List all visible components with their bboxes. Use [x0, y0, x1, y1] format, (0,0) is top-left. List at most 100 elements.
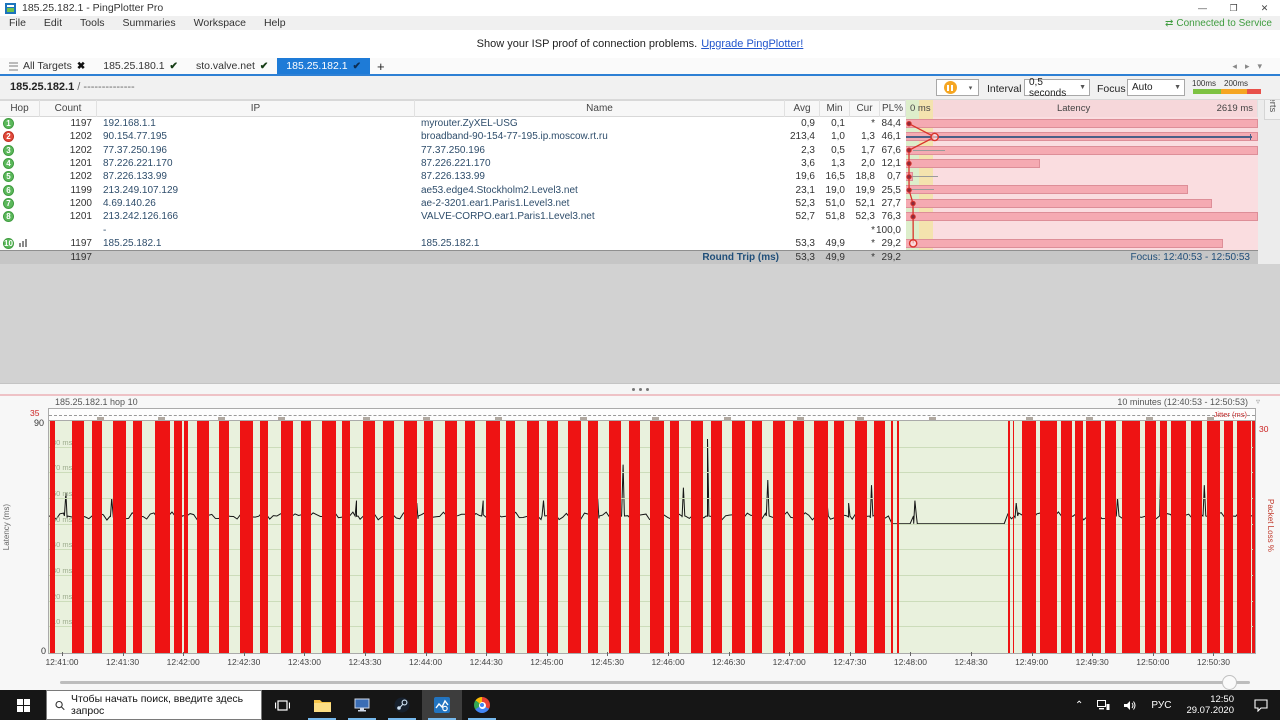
header-avg[interactable]: Avg: [785, 100, 820, 117]
network-icon[interactable]: [1090, 699, 1117, 711]
header-cur[interactable]: Cur: [850, 100, 880, 117]
table-row[interactable]: - * 100,0: [0, 223, 1258, 237]
pane-splitter-handle[interactable]: [0, 383, 1280, 394]
pingplotter-taskbar-button[interactable]: [422, 690, 462, 720]
menu-bar: File Edit Tools Summaries Workspace Help…: [0, 16, 1280, 30]
close-tab-icon[interactable]: ✖: [77, 61, 85, 72]
header-count[interactable]: Count: [40, 100, 97, 117]
tab-scroll-right-icon[interactable]: ▸: [1245, 61, 1250, 72]
upgrade-link[interactable]: Upgrade PingPlotter!: [701, 38, 803, 50]
header-min[interactable]: Min: [820, 100, 850, 117]
action-center-button[interactable]: [1242, 698, 1280, 712]
packet-loss-bar: [155, 421, 170, 653]
packet-loss-bar: [49, 421, 56, 653]
empty-pane-area: [0, 264, 1280, 383]
pc-app-button[interactable]: [342, 690, 382, 720]
packet-loss-bar: [1159, 421, 1167, 653]
plot-gridline-label: 60 ms: [52, 489, 73, 498]
ip-cell: 213.242.126.166: [103, 211, 179, 223]
close-button[interactable]: ✕: [1249, 0, 1280, 16]
latency-axis-title: Latency (ms): [2, 504, 11, 551]
name-cell: [415, 223, 785, 236]
scrollbar-thumb[interactable]: [1222, 675, 1237, 690]
hop-cell: [0, 223, 40, 236]
packet-loss-bar: [92, 421, 103, 653]
latency-graph-cell: [906, 210, 1258, 224]
focus-select[interactable]: Auto ▼: [1127, 79, 1185, 96]
timeline-range-label[interactable]: 10 minutes (12:40:53 - 12:50:53): [1117, 397, 1248, 407]
pl-cell: 84,4: [881, 118, 901, 130]
menu-workspace[interactable]: Workspace: [185, 16, 255, 30]
hop-cell: 2: [0, 130, 40, 143]
language-indicator[interactable]: РУС: [1144, 700, 1178, 711]
table-row[interactable]: 1 1197 192.168.1.1 myrouter.ZyXEL-USG 0,9 0,1…: [0, 117, 1258, 131]
trace-table: Hop Count IP Name Avg Min Cur PL% 0 ms L…: [0, 100, 1258, 264]
pause-dropdown-button[interactable]: ▾: [963, 79, 979, 96]
table-row[interactable]: 7 1200 4.69.140.26 ae-2-3201.ear1.Paris1.Le…: [0, 196, 1258, 211]
time-tick: [849, 652, 851, 656]
jitter-mark: [97, 417, 105, 420]
cur-cell: 19,9: [855, 184, 875, 196]
start-button[interactable]: [0, 690, 46, 720]
latency-scale-max: 2619 ms: [1216, 103, 1253, 114]
hop-cell: 10: [0, 237, 40, 250]
chrome-button[interactable]: [462, 690, 502, 720]
tab-185-25-180-1[interactable]: 185.25.180.1 ✔: [94, 58, 187, 74]
avg-cell: 23,1: [795, 184, 815, 196]
packet-loss-bar: [608, 421, 622, 653]
tab-sto-valve-net[interactable]: sto.valve.net ✔: [187, 58, 277, 74]
table-row[interactable]: 3 1202 77.37.250.196 77.37.250.196 2,3 0,5 1,7…: [0, 143, 1258, 157]
table-row[interactable]: 8 1201 213.242.126.166 VALVE-CORPO.ear1.Par…: [0, 210, 1258, 224]
menu-tools[interactable]: Tools: [71, 16, 114, 30]
pl-cell: 76,3: [881, 211, 901, 223]
table-row[interactable]: 6 1199 213.249.107.129 ae53.edge4.Stockholm…: [0, 183, 1258, 197]
maximize-button[interactable]: ❐: [1218, 0, 1249, 16]
time-tick: [971, 652, 972, 656]
name-cell: 77.37.250.196: [421, 144, 485, 156]
minimize-button[interactable]: —: [1187, 0, 1218, 16]
packet-loss-bar: [834, 421, 844, 653]
header-name[interactable]: Name: [415, 100, 785, 117]
tab-scroll-left-icon[interactable]: ◂: [1232, 61, 1237, 72]
scrollbar-track[interactable]: [60, 681, 1250, 684]
pause-button[interactable]: [936, 79, 964, 96]
tab-list-dropdown-icon[interactable]: ▾: [1257, 61, 1262, 72]
header-hop[interactable]: Hop: [0, 100, 40, 117]
taskbar-search-input[interactable]: Чтобы начать поиск, введите здесь запрос: [46, 690, 262, 720]
task-view-button[interactable]: [262, 690, 302, 720]
table-row[interactable]: 10 1197 185.25.182.1 185.25.182.1 53,3 49,9 * 2…: [0, 236, 1258, 250]
packet-loss-bar: [219, 421, 229, 653]
time-tick-label: 12:43:00: [287, 657, 321, 667]
menu-edit[interactable]: Edit: [35, 16, 71, 30]
menu-help[interactable]: Help: [255, 16, 295, 30]
tab-all-targets[interactable]: All Targets ✖: [0, 58, 94, 74]
time-tick-label: 12:48:30: [954, 657, 988, 667]
tab-185-25-182-1-active[interactable]: 185.25.182.1 ✔: [277, 58, 370, 74]
header-pl[interactable]: PL%: [880, 100, 906, 117]
header-ip[interactable]: IP: [97, 100, 415, 117]
packet-loss-bar: [321, 421, 337, 653]
steam-button[interactable]: [382, 690, 422, 720]
target-suffix: / --------------: [77, 81, 135, 93]
min-cell: 16,5: [825, 171, 845, 183]
menu-summaries[interactable]: Summaries: [114, 16, 185, 30]
taskbar-clock[interactable]: 12:50 29.07.2020: [1178, 694, 1242, 716]
cur-cell: 52,1: [855, 197, 875, 209]
latency-graph-cell: [906, 236, 1258, 250]
timeline-range-dropdown-icon[interactable]: ▿: [1256, 397, 1260, 406]
table-row[interactable]: 4 1201 87.226.221.170 87.226.221.170 3,6 1,3 2…: [0, 156, 1258, 171]
tray-chevron-icon[interactable]: ⌃: [1068, 700, 1090, 711]
table-row[interactable]: 5 1202 87.226.133.99 87.226.133.99 19,6 16,5 1…: [0, 170, 1258, 184]
speaker-icon[interactable]: [1117, 700, 1144, 711]
table-row[interactable]: 2 1202 90.154.77.195 broadband-90-154-77-19…: [0, 130, 1258, 144]
packet-loss-bar: [547, 421, 558, 653]
time-tick-label: 12:46:00: [651, 657, 685, 667]
file-explorer-button[interactable]: [302, 690, 342, 720]
interval-select[interactable]: 0,5 seconds ▼: [1024, 77, 1090, 99]
new-tab-button[interactable]: +: [370, 59, 392, 74]
menu-file[interactable]: File: [0, 16, 35, 30]
cur-cell: *: [871, 118, 875, 130]
time-tick-label: 12:49:30: [1075, 657, 1109, 667]
pl-cell: 46,1: [881, 131, 901, 143]
timeline-plot[interactable]: 80 ms 70 ms 60 ms 50 ms 40 ms 30 ms 20 ms 10 ms: [48, 421, 1256, 654]
